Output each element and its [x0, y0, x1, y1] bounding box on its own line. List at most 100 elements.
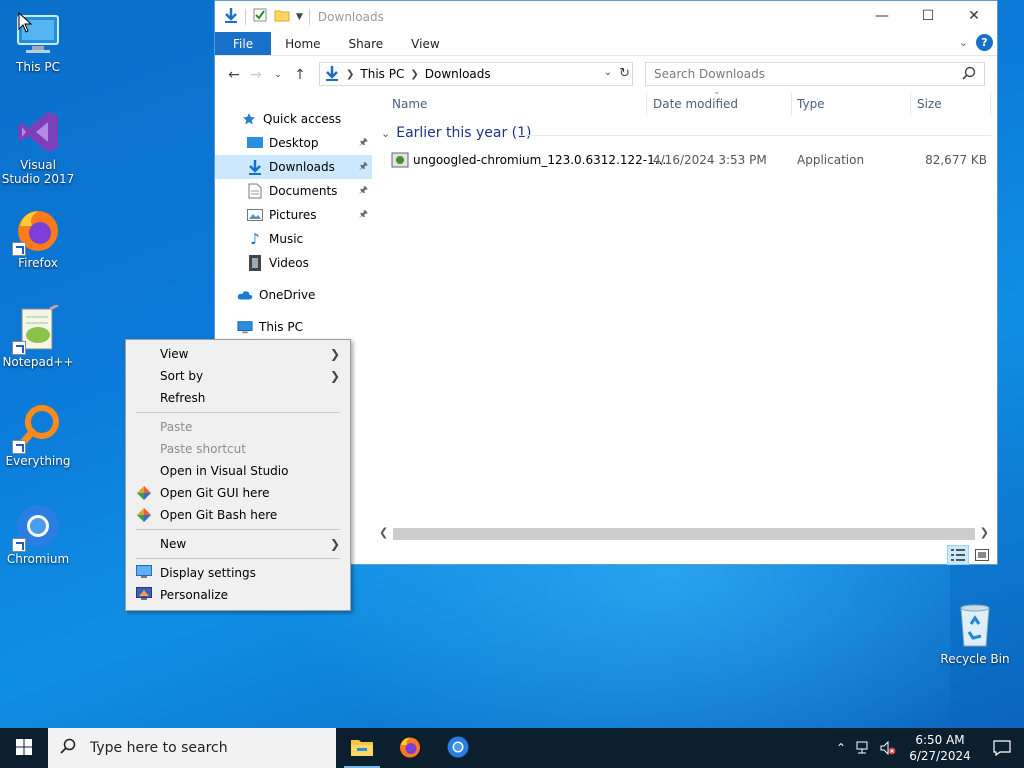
- desktop-icon-label: Notepad++: [2, 355, 74, 369]
- large-icons-view-icon[interactable]: [971, 545, 993, 565]
- tab-home[interactable]: Home: [271, 32, 334, 55]
- taskbar-search-box[interactable]: Type here to search: [48, 728, 336, 768]
- column-divider[interactable]: [910, 93, 911, 115]
- breadcrumb-this-pc[interactable]: This PC: [360, 67, 404, 81]
- menu-item-open-git-bash[interactable]: Open Git Bash here: [126, 504, 350, 526]
- nav-item-downloads[interactable]: Downloads 🖈: [215, 155, 372, 179]
- menu-item-open-in-visual-studio[interactable]: Open in Visual Studio: [126, 460, 350, 482]
- column-divider[interactable]: [791, 93, 792, 115]
- nav-label: Downloads: [269, 160, 335, 174]
- start-button[interactable]: [0, 728, 48, 768]
- expand-ribbon-chevron-icon[interactable]: ⌄: [959, 36, 968, 49]
- desktop-icon-visual-studio[interactable]: Visual Studio 2017: [0, 108, 76, 186]
- desktop-icon-this-pc[interactable]: This PC: [0, 10, 76, 74]
- new-folder-icon[interactable]: [274, 7, 290, 26]
- menu-item-display-settings[interactable]: Display settings: [126, 562, 350, 584]
- title-bar[interactable]: ▼ Downloads — ☐ ✕: [215, 1, 997, 32]
- breadcrumb-chevron-icon[interactable]: ❯: [410, 69, 418, 80]
- breadcrumb-chevron-icon[interactable]: ❯: [346, 69, 354, 80]
- help-icon[interactable]: ?: [976, 34, 993, 51]
- tab-view[interactable]: View: [397, 32, 453, 55]
- address-history-chevron-icon[interactable]: ⌄: [604, 67, 612, 78]
- menu-item-refresh[interactable]: Refresh: [126, 387, 350, 409]
- menu-item-paste-shortcut[interactable]: Paste shortcut: [126, 438, 350, 460]
- desktop-icon-firefox[interactable]: Firefox: [0, 206, 76, 270]
- group-label: Earlier this year (1): [396, 125, 532, 141]
- nav-item-this-pc[interactable]: This PC: [215, 315, 372, 339]
- close-button[interactable]: ✕: [951, 1, 997, 31]
- this-pc-small-icon: [237, 319, 253, 335]
- customize-qa-chevron-icon[interactable]: ▼: [296, 12, 303, 22]
- desktop-icon-everything[interactable]: Everything: [0, 404, 76, 468]
- taskbar-file-explorer[interactable]: [338, 728, 386, 768]
- nav-item-pictures[interactable]: Pictures 🖈: [215, 203, 372, 227]
- menu-item-new[interactable]: New ❯: [126, 533, 350, 555]
- search-box[interactable]: Search Downloads: [645, 62, 985, 86]
- forward-button[interactable]: →: [245, 67, 267, 83]
- show-hidden-icons-chevron-icon[interactable]: ⌃: [830, 741, 852, 755]
- shortcut-arrow-icon: [12, 242, 26, 256]
- details-view-icon[interactable]: [947, 545, 969, 565]
- volume-muted-icon[interactable]: [876, 741, 900, 755]
- downloads-location-icon: [324, 65, 340, 84]
- nav-label: Music: [269, 232, 304, 246]
- breadcrumb-downloads[interactable]: Downloads: [425, 67, 491, 81]
- maximize-button[interactable]: ☐: [905, 1, 951, 31]
- scroll-right-icon[interactable]: ❯: [980, 526, 989, 539]
- desktop-icon-label: This PC: [16, 60, 60, 74]
- nav-item-music[interactable]: ♪ Music: [215, 227, 372, 251]
- scroll-thumb[interactable]: [393, 528, 975, 540]
- window-controls: — ☐ ✕: [859, 1, 997, 31]
- desktop-icon-recycle-bin[interactable]: Recycle Bin: [937, 602, 1013, 666]
- properties-icon[interactable]: [252, 7, 268, 26]
- menu-item-view[interactable]: View ❯: [126, 343, 350, 365]
- search-icon: [60, 738, 76, 758]
- taskbar-firefox[interactable]: [386, 728, 434, 768]
- collapse-chevron-icon[interactable]: ⌄: [381, 127, 390, 140]
- clock[interactable]: 6:50 AM 6/27/2024: [900, 732, 980, 764]
- minimize-button[interactable]: —: [859, 1, 905, 31]
- back-button[interactable]: ←: [223, 67, 245, 83]
- column-size[interactable]: Size: [917, 97, 942, 111]
- menu-separator: [136, 558, 340, 559]
- network-icon[interactable]: [852, 741, 876, 755]
- notifications-icon[interactable]: [980, 740, 1024, 756]
- desktop-icon-chromium[interactable]: Chromium: [0, 502, 76, 566]
- pin-icon: 🖈: [358, 160, 368, 172]
- tab-file[interactable]: File: [215, 32, 272, 55]
- tab-share[interactable]: Share: [335, 32, 398, 55]
- scroll-left-icon[interactable]: ❮: [379, 526, 388, 539]
- menu-item-paste[interactable]: Paste: [126, 416, 350, 438]
- menu-item-open-git-gui[interactable]: Open Git GUI here: [126, 482, 350, 504]
- nav-item-desktop[interactable]: Desktop 🖈: [215, 131, 372, 155]
- file-row[interactable]: ungoogled-chromium_123.0.6312.122-1.... …: [391, 151, 987, 171]
- personalize-icon: [136, 587, 152, 603]
- column-divider[interactable]: [646, 93, 647, 115]
- file-list[interactable]: Name Date modified ⌄ Type Size ⌄ Earlier…: [375, 87, 997, 565]
- column-date-modified[interactable]: Date modified: [653, 97, 738, 111]
- nav-label: This PC: [259, 320, 303, 334]
- column-divider[interactable]: [990, 93, 991, 115]
- firefox-icon: [12, 206, 62, 256]
- nav-item-onedrive[interactable]: OneDrive: [215, 283, 372, 307]
- recent-locations-chevron-icon[interactable]: ⌄: [267, 70, 289, 80]
- menu-item-personalize[interactable]: Personalize: [126, 584, 350, 606]
- sort-chevron-icon: ⌄: [713, 87, 721, 97]
- refresh-icon[interactable]: ↻: [619, 66, 630, 81]
- address-bar[interactable]: ❯ This PC ❯ Downloads ⌄ ↻: [319, 62, 633, 86]
- divider: [308, 8, 310, 25]
- column-name[interactable]: Name: [392, 97, 427, 111]
- nav-item-documents[interactable]: Documents 🖈: [215, 179, 372, 203]
- nav-item-videos[interactable]: Videos: [215, 251, 372, 275]
- up-button[interactable]: ↑: [289, 67, 311, 83]
- taskbar-chromium[interactable]: [434, 728, 482, 768]
- system-tray: ⌃ 6:50 AM 6/27/2024: [830, 728, 1024, 768]
- group-header[interactable]: ⌄ Earlier this year (1): [381, 125, 532, 141]
- menu-item-sort-by[interactable]: Sort by ❯: [126, 365, 350, 387]
- column-type[interactable]: Type: [797, 97, 825, 111]
- horizontal-scrollbar[interactable]: ❮ ❯: [375, 525, 993, 543]
- desktop-icon-notepadpp[interactable]: Notepad++: [0, 303, 76, 369]
- windows-logo-icon: [16, 738, 32, 758]
- nav-quick-access[interactable]: Quick access: [215, 107, 372, 131]
- git-bash-icon: [136, 507, 152, 523]
